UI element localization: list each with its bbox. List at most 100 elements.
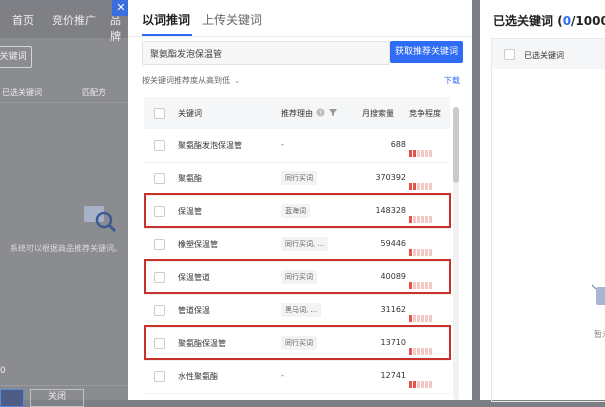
competition-segment [425,249,428,256]
competition-segment [425,150,428,157]
row-reason: - [281,371,284,380]
chevron-down-icon: ⌄ [234,76,241,85]
competition-segment [429,183,432,190]
row-keyword: 聚氨酯发泡保温管 [178,141,242,150]
sort-label: 按关键词推荐度从高到低 [142,76,230,85]
fetch-recommend-button[interactable]: 获取推荐关键词 [390,41,463,63]
selected-count-total: /1000) [571,14,605,28]
competition-segment [421,381,424,388]
selected-count: 0 [562,14,572,28]
table-row[interactable]: 聚氨酯 同行买词 370392 [144,162,450,196]
competition-segment [413,381,416,388]
row-checkbox[interactable] [154,371,165,382]
empty-illustration-icon [84,206,117,233]
competition-segment [417,249,420,256]
competition-segment [425,183,428,190]
row-volume: 31162 [380,305,406,314]
tab-bar: 以词推词 上传关键词 [128,0,472,37]
select-all-checkbox[interactable] [154,108,165,119]
competition-segment [421,183,424,190]
table-row[interactable]: 水性聚氨酯 - 12741 [144,360,450,394]
competition-segment [413,315,416,322]
competition-segment [425,315,428,322]
competition-bar [409,142,437,157]
nav-bidding: 竞价推广 [52,14,96,27]
row-reason: 黑马词, ... [281,303,322,317]
table-row[interactable]: 橡塑保温管 同行买词, ... 59446 [144,228,450,262]
add-keyword-button: 关键词 [0,46,32,68]
row-keyword: 水性聚氨酯 [178,372,218,381]
row-reason: - [281,140,284,149]
selected-table: 已选关键词 暂未 [491,38,605,402]
selected-table-header: 已选关键词 [492,39,605,69]
header-reason: 推荐理由 [281,109,313,118]
competition-bar [409,373,437,388]
selected-title-label: 已选关键词 [493,14,554,28]
scrollbar-thumb[interactable] [453,107,459,183]
selected-select-all-checkbox[interactable] [504,49,515,60]
competition-bar [409,175,437,190]
highlight-box [144,325,451,360]
row-keyword: 橡塑保温管 [178,240,218,249]
tab-upload-keywords[interactable]: 上传关键词 [202,11,262,28]
competition-segment [409,381,412,388]
background-page: 首页 竞价推广 品牌 关键词 已选关键词 匹配方 系统可以根据商品推荐关键词。 … [0,0,128,407]
competition-segment [409,183,412,190]
table-header: 关键词 推荐理由 ? 月搜索量 竞争程度 [144,97,450,129]
download-link[interactable]: 下载 [444,75,460,86]
row-checkbox[interactable] [154,239,165,250]
competition-segment [421,150,424,157]
filter-icon[interactable] [329,108,337,117]
row-checkbox[interactable] [154,140,165,151]
table-row[interactable]: 管道保温 黑马词, ... 31162 [144,294,450,328]
row-reason: 同行买词 [281,171,317,185]
competition-segment [421,315,424,322]
competition-segment [409,150,412,157]
row-volume: 688 [390,140,406,149]
row-volume: 370392 [375,173,406,182]
competition-segment [429,150,432,157]
competition-segment [409,249,412,256]
competition-segment [413,150,416,157]
table-row[interactable]: 聚氨酯发泡保温管 - 688 [144,129,450,163]
seed-keyword-value: 聚氨酯发泡保温管 [150,50,223,60]
competition-segment [413,183,416,190]
nav-brand: 品牌 [110,14,121,43]
help-icon[interactable]: ? [316,108,325,117]
competition-segment [417,150,420,157]
active-tab-indicator [142,34,192,36]
sort-dropdown[interactable]: 按关键词推荐度从高到低 ⌄ [142,75,241,86]
background-close-button: 关闭 [30,389,84,407]
highlight-box [144,259,451,294]
competition-segment [429,315,432,322]
competition-segment [413,249,416,256]
background-nav: 首页 竞价推广 品牌 [0,0,128,43]
row-volume: 59446 [380,239,406,248]
row-reason: 同行买词, ... [281,237,329,251]
svg-text:?: ? [319,110,322,117]
background-count: 0 [0,366,6,376]
highlight-box [144,193,451,228]
row-keyword: 管道保温 [178,306,210,315]
competition-segment [417,183,420,190]
tab-word-recommend[interactable]: 以词推词 [142,11,190,28]
row-checkbox[interactable] [154,305,165,316]
competition-bar [409,241,437,256]
keyword-recommend-panel: 以词推词 上传关键词 聚氨酯发泡保温管 获取推荐关键词 按关键词推荐度从高到低 ⌄… [128,0,472,400]
row-volume: 12741 [380,371,406,380]
competition-segment [417,381,420,388]
row-keyword: 聚氨酯 [178,174,202,183]
nav-home: 首页 [12,14,34,27]
competition-segment [429,249,432,256]
competition-segment [417,315,420,322]
background-confirm-button [0,389,24,407]
selected-header-keyword: 已选关键词 [524,51,564,60]
competition-segment [421,249,424,256]
selected-keywords-panel: 已选关键词 (0/1000) 已选关键词 暂未 [480,0,605,402]
seed-keyword-input[interactable]: 聚氨酯发泡保温管 [142,41,390,65]
header-keyword: 关键词 [178,109,202,118]
competition-segment [425,381,428,388]
header-competition: 竞争程度 [409,109,441,118]
bg-header-keyword: 已选关键词 [2,88,42,97]
row-checkbox[interactable] [154,173,165,184]
